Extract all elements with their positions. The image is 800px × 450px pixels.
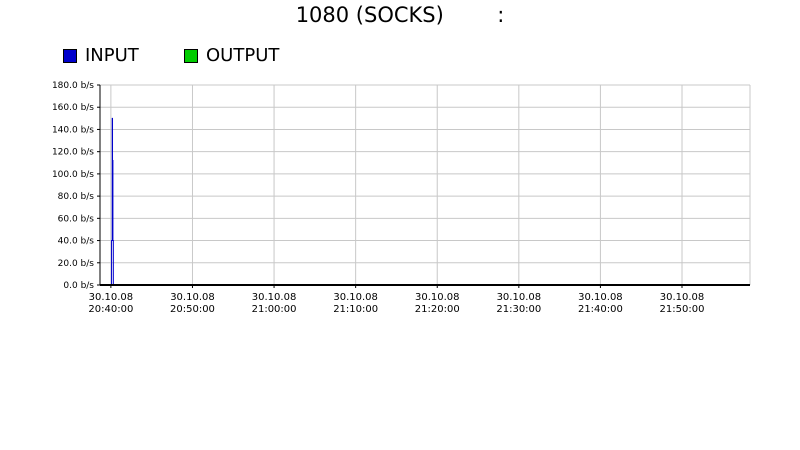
- y-tick-label: 160.0 b/s: [52, 103, 94, 113]
- x-tick-label-date: 30.10.08: [578, 292, 623, 303]
- y-tick-label: 140.0 b/s: [52, 125, 94, 135]
- series-line-input: [100, 117, 750, 286]
- x-tick-label-date: 30.10.08: [170, 292, 215, 303]
- series-lines: [100, 117, 750, 286]
- x-tick-label-time: 21:10:00: [333, 304, 378, 315]
- plot-area: 0.0 b/s 20.0 b/s 40.0 b/s 60.0 b/s 80.0 b/s 1…: [52, 81, 751, 315]
- y-tick-label: 120.0 b/s: [52, 148, 94, 158]
- x-tick-label-time: 20:40:00: [88, 304, 133, 315]
- x-tick-label-time: 21:20:00: [415, 304, 460, 315]
- x-tick-label-time: 21:00:00: [252, 304, 297, 315]
- y-tick-label: 180.0 b/s: [52, 81, 94, 91]
- grid: [100, 84, 751, 285]
- x-tick-label-date: 30.10.08: [497, 292, 542, 303]
- x-tick-label-date: 30.10.08: [252, 292, 297, 303]
- x-tick-label-date: 30.10.08: [660, 292, 705, 303]
- x-tick-label-date: 30.10.08: [89, 292, 134, 303]
- tick-labels: 0.0 b/s 20.0 b/s 40.0 b/s 60.0 b/s 80.0 b/s 1…: [52, 81, 705, 315]
- x-tick-label-date: 30.10.08: [333, 292, 378, 303]
- x-tick-label-time: 21:30:00: [496, 304, 541, 315]
- x-tick-label-time: 20:50:00: [170, 304, 215, 315]
- y-tick-label: 20.0 b/s: [58, 259, 95, 269]
- axes: [97, 84, 750, 288]
- y-tick-label: 80.0 b/s: [58, 192, 95, 202]
- y-tick-label: 0.0 b/s: [63, 281, 94, 291]
- y-tick-label: 60.0 b/s: [58, 214, 95, 224]
- y-tick-label: 40.0 b/s: [58, 237, 95, 247]
- x-tick-label-time: 21:40:00: [578, 304, 623, 315]
- x-tick-label-time: 21:50:00: [660, 304, 705, 315]
- x-tick-label-date: 30.10.08: [415, 292, 460, 303]
- y-tick-label: 100.0 b/s: [52, 170, 94, 180]
